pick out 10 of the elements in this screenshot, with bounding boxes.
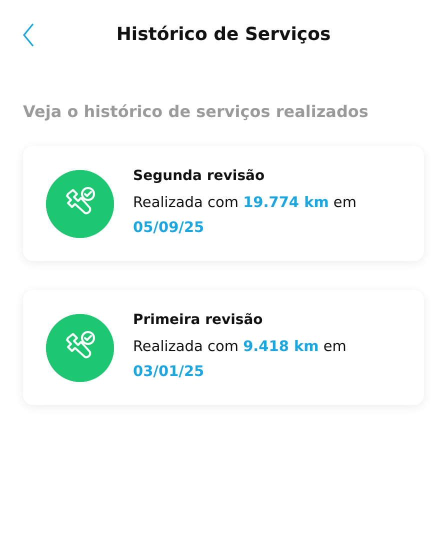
- service-card[interactable]: Segunda revisão Realizada com 19.774 km em 05/09/25: [23, 146, 424, 261]
- service-card[interactable]: Primeira revisão Realizada com 9.418 km em 03/01/25: [23, 290, 424, 405]
- wrench-check-icon: [46, 170, 114, 238]
- service-description: Realizada com 19.774 km em 05/09/25: [133, 194, 358, 238]
- subtitle: Veja o histórico de serviços realizados: [23, 101, 370, 123]
- wrench-check-icon: [46, 314, 114, 382]
- service-description: Realizada com 9.418 km em 03/01/25: [133, 338, 348, 382]
- service-title: Segunda revisão: [133, 167, 266, 186]
- page-title: Histórico de Serviços: [116, 24, 331, 46]
- service-title: Primeira revisão: [133, 311, 264, 330]
